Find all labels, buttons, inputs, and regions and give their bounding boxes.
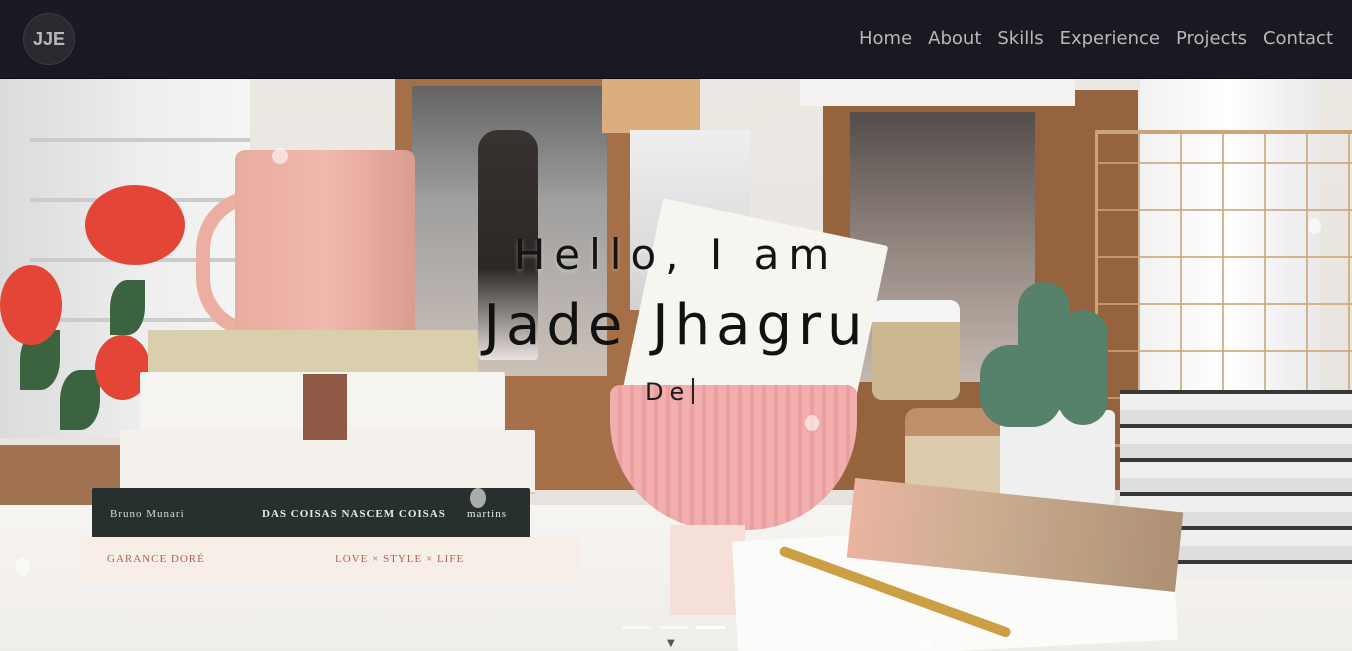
hero-section: Bruno Munari DAS COISAS NASCEM COISAS ma… [0,0,1352,651]
nav-link-experience[interactable]: Experience [1060,28,1160,49]
chevron-down-icon[interactable]: ▼ [667,638,675,649]
nav-link-skills[interactable]: Skills [997,28,1043,49]
nav-link-about[interactable]: About [928,28,981,49]
nav-links: Home About Skills Experience Projects Co… [859,0,1333,76]
typed-text: De [645,378,691,406]
typing-caret [692,378,695,404]
carousel-indicator-2[interactable] [659,626,688,629]
carousel-indicator-1[interactable] [622,626,651,629]
hero-typed-role: De [645,378,695,406]
nav-link-home[interactable]: Home [859,28,912,49]
carousel-indicator-3[interactable] [696,626,725,629]
carousel-indicators [622,626,725,629]
nav-link-projects[interactable]: Projects [1176,28,1247,49]
top-navbar: JJE Home About Skills Experience Project… [0,0,1352,79]
hero-name: Jade Jhagru [483,293,869,358]
hero-greeting: Hello, I am [513,230,839,279]
site-logo[interactable]: JJE [23,13,75,65]
nav-link-contact[interactable]: Contact [1263,28,1333,49]
